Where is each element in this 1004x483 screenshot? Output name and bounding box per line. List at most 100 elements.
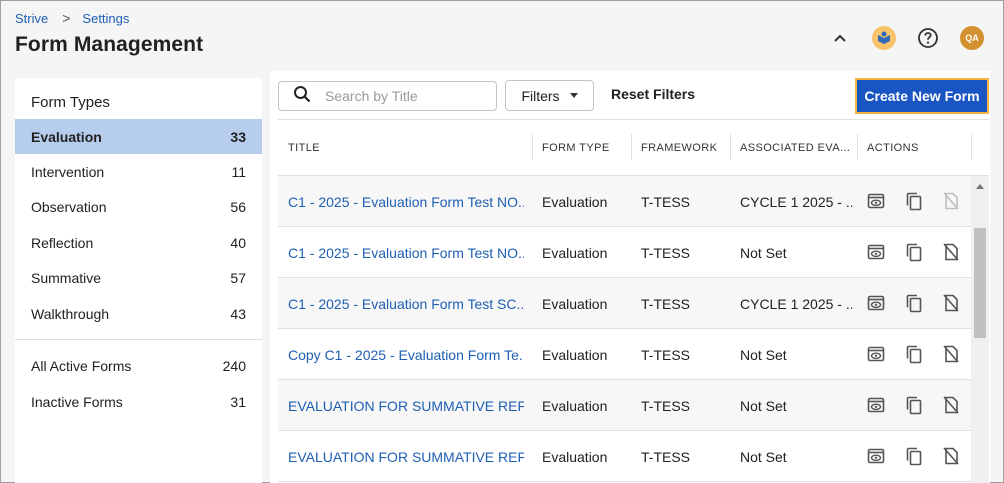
scrollbar-thumb[interactable] — [974, 228, 986, 338]
associated-cell: Not Set — [740, 346, 787, 363]
sidebar-item-evaluation[interactable]: Evaluation 33 — [15, 119, 262, 154]
sidebar-item-intervention[interactable]: Intervention 11 — [15, 154, 262, 189]
breadcrumb: Strive > Settings — [15, 10, 129, 26]
copy-icon[interactable] — [904, 395, 924, 415]
table-row: EVALUATION FOR SUMMATIVE REFI... Evaluat… — [278, 431, 971, 482]
avatar[interactable]: QA — [959, 25, 985, 51]
sidebar-item-label: Summative — [31, 269, 102, 286]
table-scrollbar[interactable] — [971, 176, 989, 483]
table-row: C1 - 2025 - Evaluation Form Test NO... E… — [278, 227, 971, 278]
column-separator — [971, 134, 972, 160]
breadcrumb-settings-link[interactable]: Settings — [82, 11, 129, 26]
sidebar-item-count: 240 — [222, 357, 246, 374]
filters-label: Filters — [521, 87, 560, 104]
sidebar-item-label: Evaluation — [31, 128, 102, 145]
sidebar-item-label: All Active Forms — [31, 357, 132, 374]
column-header-associated[interactable]: ASSOCIATED EVA... — [740, 120, 850, 176]
sidebar-item-all-active-forms[interactable]: All Active Forms 240 — [15, 348, 262, 383]
framework-cell: T-TESS — [641, 346, 691, 363]
form-type-cell: Evaluation — [542, 244, 608, 261]
preview-icon[interactable] — [866, 344, 886, 364]
sidebar-item-label: Reflection — [31, 234, 94, 251]
table-row: Copy C1 - 2025 - Evaluation Form Te... E… — [278, 329, 971, 380]
column-separator — [532, 134, 533, 160]
help-icon[interactable] — [915, 25, 941, 51]
form-title-link[interactable]: EVALUATION FOR SUMMATIVE REFI... — [288, 431, 524, 482]
delete-icon[interactable] — [941, 344, 961, 364]
column-separator — [730, 134, 731, 160]
sidebar-item-label: Inactive Forms — [31, 393, 123, 410]
create-new-form-button[interactable]: Create New Form — [855, 78, 989, 114]
preview-icon[interactable] — [866, 293, 886, 313]
sidebar-item-label: Observation — [31, 198, 107, 215]
sidebar-item-count: 31 — [230, 393, 246, 410]
search-input[interactable] — [325, 88, 475, 104]
column-separator — [857, 134, 858, 160]
sidebar-item-count: 11 — [231, 163, 246, 180]
sidebar-item-count: 40 — [230, 234, 246, 251]
sidebar-item-label: Intervention — [31, 163, 105, 180]
form-title-link[interactable]: C1 - 2025 - Evaluation Form Test NO... — [288, 176, 524, 227]
filters-button[interactable]: Filters — [505, 80, 594, 111]
copy-icon[interactable] — [904, 191, 924, 211]
forms-table: TITLE FORM TYPE FRAMEWORK ASSOCIATED EVA… — [278, 119, 989, 483]
sidebar-item-label: Walkthrough — [31, 305, 110, 322]
table-row: EVALUATION FOR SUMMATIVE REFI... Evaluat… — [278, 380, 971, 431]
associated-cell: Not Set — [740, 448, 787, 465]
column-header-form-type[interactable]: FORM TYPE — [542, 120, 610, 176]
app-window: Strive > Settings Form Management QA For… — [0, 0, 1004, 483]
table-row: C1 - 2025 - Evaluation Form Test NO... E… — [278, 176, 971, 227]
copy-icon[interactable] — [904, 344, 924, 364]
column-separator — [631, 134, 632, 160]
sidebar-item-reflection[interactable]: Reflection 40 — [15, 225, 262, 260]
delete-icon[interactable] — [941, 242, 961, 262]
sidebar-item-observation[interactable]: Observation 56 — [15, 189, 262, 224]
book-logo-icon[interactable] — [871, 25, 897, 51]
delete-icon[interactable] — [941, 293, 961, 313]
associated-cell: Not Set — [740, 244, 787, 261]
sidebar-item-count: 33 — [230, 128, 246, 145]
framework-cell: T-TESS — [641, 448, 691, 465]
search-box[interactable] — [278, 81, 497, 111]
delete-icon[interactable] — [941, 446, 961, 466]
form-title-link[interactable]: C1 - 2025 - Evaluation Form Test NO... — [288, 227, 524, 278]
preview-icon[interactable] — [866, 395, 886, 415]
preview-icon[interactable] — [866, 446, 886, 466]
form-type-cell: Evaluation — [542, 295, 608, 312]
sidebar-item-inactive-forms[interactable]: Inactive Forms 31 — [15, 384, 262, 419]
copy-icon[interactable] — [904, 293, 924, 313]
sidebar-item-summative[interactable]: Summative 57 — [15, 260, 262, 295]
copy-icon[interactable] — [904, 242, 924, 262]
framework-cell: T-TESS — [641, 193, 691, 210]
column-header-title[interactable]: TITLE — [288, 120, 320, 176]
chevron-up-icon[interactable] — [827, 25, 853, 51]
breadcrumb-separator: > — [62, 10, 71, 26]
form-type-cell: Evaluation — [542, 448, 608, 465]
caret-down-icon — [569, 93, 578, 98]
forms-panel: Filters Reset Filters Create New Form TI… — [270, 71, 990, 483]
copy-icon[interactable] — [904, 446, 924, 466]
scroll-up-arrow-icon[interactable] — [976, 184, 984, 189]
form-type-cell: Evaluation — [542, 397, 608, 414]
avatar-initials: QA — [960, 26, 984, 50]
reset-filters-button[interactable]: Reset Filters — [611, 86, 695, 102]
table-header: TITLE FORM TYPE FRAMEWORK ASSOCIATED EVA… — [278, 120, 989, 176]
associated-cell: CYCLE 1 2025 - ... — [740, 193, 852, 210]
table-row: C1 - 2025 - Evaluation Form Test SC... E… — [278, 278, 971, 329]
form-types-title: Form Types — [31, 94, 110, 111]
sidebar-divider — [15, 339, 262, 340]
delete-disabled-icon — [941, 191, 961, 211]
form-type-cell: Evaluation — [542, 346, 608, 363]
associated-cell: CYCLE 1 2025 - ... — [740, 295, 852, 312]
sidebar-item-walkthrough[interactable]: Walkthrough 43 — [15, 296, 262, 331]
column-header-framework[interactable]: FRAMEWORK — [641, 120, 717, 176]
form-title-link[interactable]: C1 - 2025 - Evaluation Form Test SC... — [288, 278, 524, 329]
delete-icon[interactable] — [941, 395, 961, 415]
search-icon — [293, 85, 311, 108]
associated-cell: Not Set — [740, 397, 787, 414]
preview-icon[interactable] — [866, 242, 886, 262]
preview-icon[interactable] — [866, 191, 886, 211]
form-title-link[interactable]: EVALUATION FOR SUMMATIVE REFI... — [288, 380, 524, 431]
breadcrumb-strive-link[interactable]: Strive — [15, 11, 48, 26]
form-title-link[interactable]: Copy C1 - 2025 - Evaluation Form Te... — [288, 329, 524, 380]
